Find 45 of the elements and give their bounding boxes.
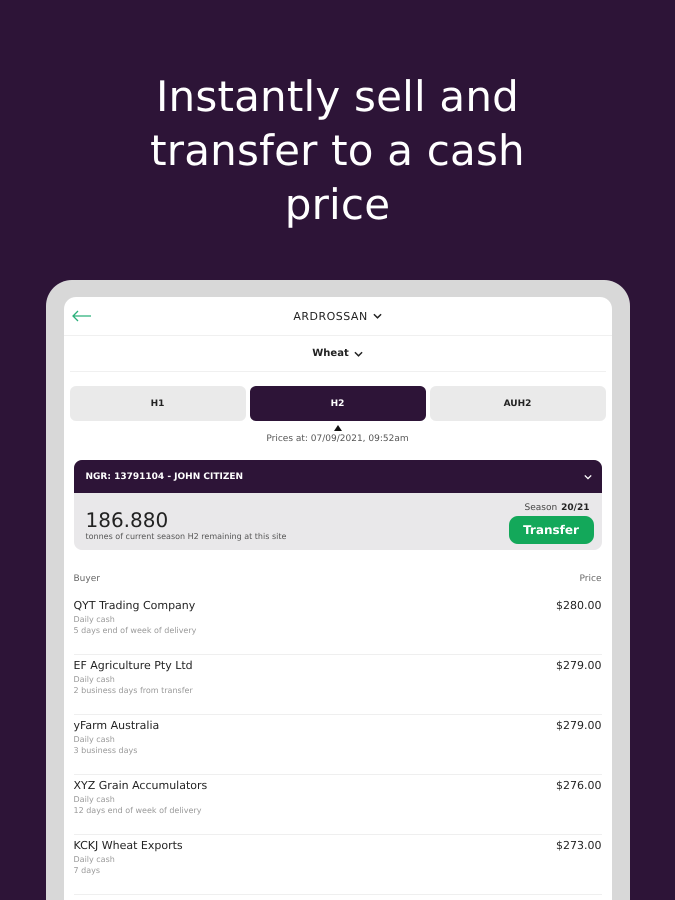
chevron-down-icon — [354, 350, 363, 356]
buyer-row[interactable]: KCKJ Wheat Exports Daily cash 7 days $273.00 — [74, 836, 602, 895]
account-title: NGR: 13791104 - JOHN CITIZEN — [86, 472, 244, 482]
payment-terms: 3 business days — [74, 745, 138, 756]
payment-terms: Daily cash — [74, 674, 116, 685]
tonnes-value: 186.880 — [86, 508, 170, 532]
buyer-row[interactable]: XYZ Grain Accumulators Daily cash 12 days end of week of delivery $276.00 — [74, 776, 602, 835]
column-header: Price — [580, 574, 602, 584]
price-value: $280.00 — [556, 599, 602, 614]
buyer-name: XYZ Grain Accumulators — [74, 779, 208, 792]
buyer-name: yFarm Australia — [74, 719, 160, 732]
buyer-name: KCKJ Wheat Exports — [74, 839, 183, 852]
payment-terms: 12 days end of week of delivery — [74, 805, 202, 816]
account-header[interactable]: NGR: 13791104 - JOHN CITIZEN — [74, 460, 602, 493]
price-value: $276.00 — [556, 779, 602, 794]
site-selector[interactable]: ARDROSSAN — [293, 310, 368, 322]
payment-terms: 7 days — [74, 865, 102, 876]
selected-indicator-icon — [334, 425, 342, 431]
prices-timestamp: Prices at: 07/09/2021, 09:52am — [265, 434, 410, 444]
chevron-down-icon — [372, 313, 382, 319]
buyer-row[interactable]: yFarm Australia Daily cash 3 business days $279.00 — [74, 716, 602, 775]
payment-terms: Daily cash — [74, 794, 116, 805]
buyer-row[interactable]: QYT Trading Company Daily cash 5 days end of week of delivery $280.00 — [74, 596, 602, 655]
price-value: $279.00 — [556, 659, 602, 674]
season-label: Season — [524, 503, 558, 513]
payment-terms: Daily cash — [74, 614, 116, 625]
column-header: Buyer — [74, 574, 100, 584]
commodity-selector[interactable]: Wheat — [312, 348, 349, 359]
back-arrow-icon[interactable] — [72, 310, 92, 322]
payment-terms: Daily cash — [74, 854, 116, 865]
price-value: $273.00 — [556, 839, 602, 854]
payment-terms: 5 days end of week of delivery — [74, 625, 196, 636]
headline: Instantly sell and transfer to a cash price — [149, 71, 526, 231]
buyer-name: EF Agriculture Pty Ltd — [74, 659, 193, 672]
chevron-down-icon — [584, 474, 592, 480]
buyer-row[interactable]: EF Agriculture Pty Ltd Daily cash 2 business days from transfer $279.00 — [74, 656, 602, 715]
tonnes-caption: tonnes of current season H2 remaining at this site — [86, 532, 286, 541]
payment-terms: Daily cash — [74, 734, 116, 745]
grade-tab[interactable]: H2 — [250, 386, 426, 421]
season-value: 20/21 — [561, 503, 590, 513]
grade-tab[interactable]: H1 — [70, 386, 246, 421]
grade-tab[interactable]: AUH2 — [430, 386, 606, 421]
buyer-name: QYT Trading Company — [74, 599, 196, 612]
price-value: $279.00 — [556, 719, 602, 734]
payment-terms: 2 business days from transfer — [74, 685, 193, 696]
